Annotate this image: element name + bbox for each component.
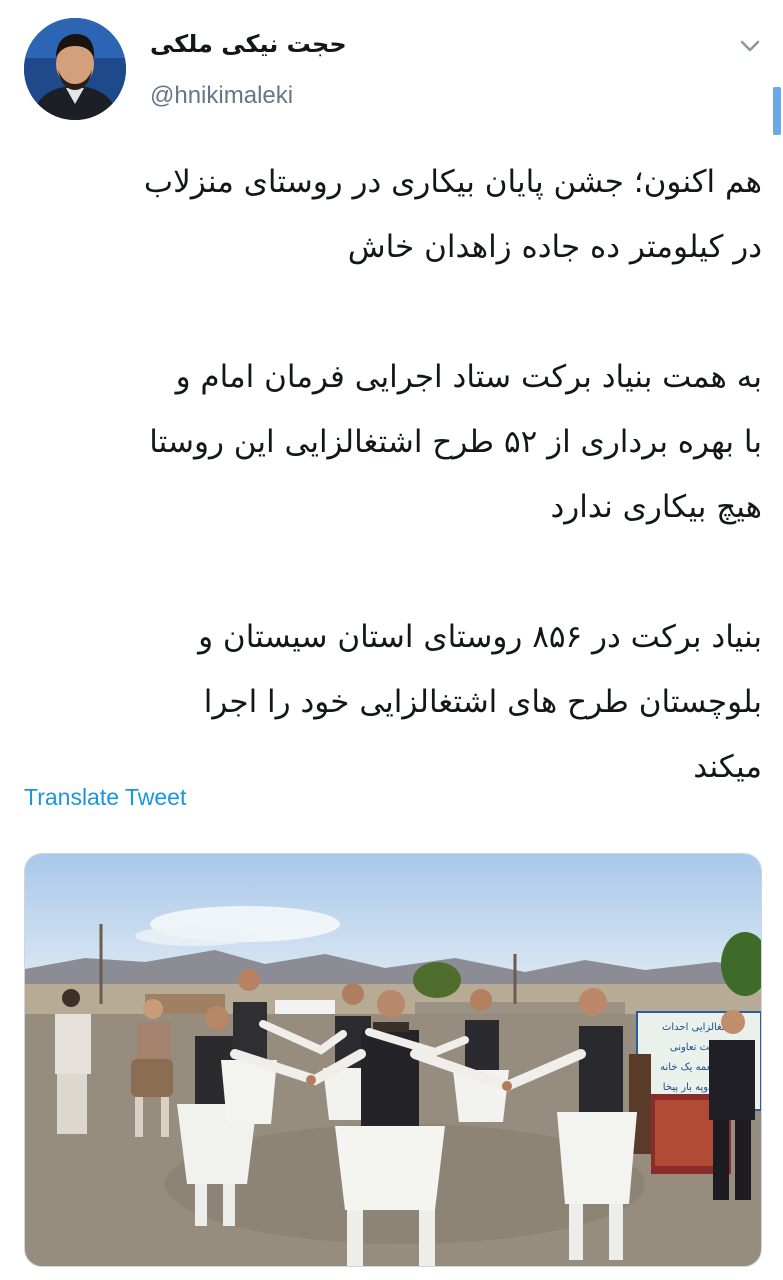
author-name[interactable]: حجت نیکی ملکی — [150, 30, 347, 58]
tweet-line: هم اکنون؛ جشن پایان بیکاری در روستای منز… — [143, 164, 762, 200]
author-handle[interactable]: @hnikimaleki — [150, 82, 293, 110]
tweet-photo[interactable]: اشتغالزایی احداث شرکت تعاونی یوروا نعمه … — [24, 853, 762, 1267]
tweet-line: در کیلومتر ده جاده زاهدان خاش — [347, 229, 762, 265]
tweet-header: حجت نیکی ملکی @hnikimaleki — [0, 0, 783, 140]
tweet-text: هم اکنون؛ جشن پایان بیکاری در روستای منز… — [24, 150, 762, 800]
avatar[interactable] — [24, 18, 126, 120]
chevron-down-icon[interactable] — [736, 34, 764, 58]
translate-tweet-link[interactable]: Translate Tweet — [24, 784, 186, 811]
tweet-line: هیچ بیکاری ندارد — [550, 489, 763, 525]
scrollbar[interactable] — [773, 87, 781, 135]
tweet-line: به همت بنیاد برکت ستاد اجرایی فرمان امام… — [175, 359, 762, 395]
tweet-line: بنیاد برکت در ۸۵۶ روستای استان سیستان و — [198, 619, 762, 655]
tweet-line: با بهره برداری از ۵۲ طرح اشتغالزایی این … — [149, 424, 762, 460]
tweet-line: بلوچستان طرح های اشتغالزایی خود را اجرا — [203, 684, 762, 720]
